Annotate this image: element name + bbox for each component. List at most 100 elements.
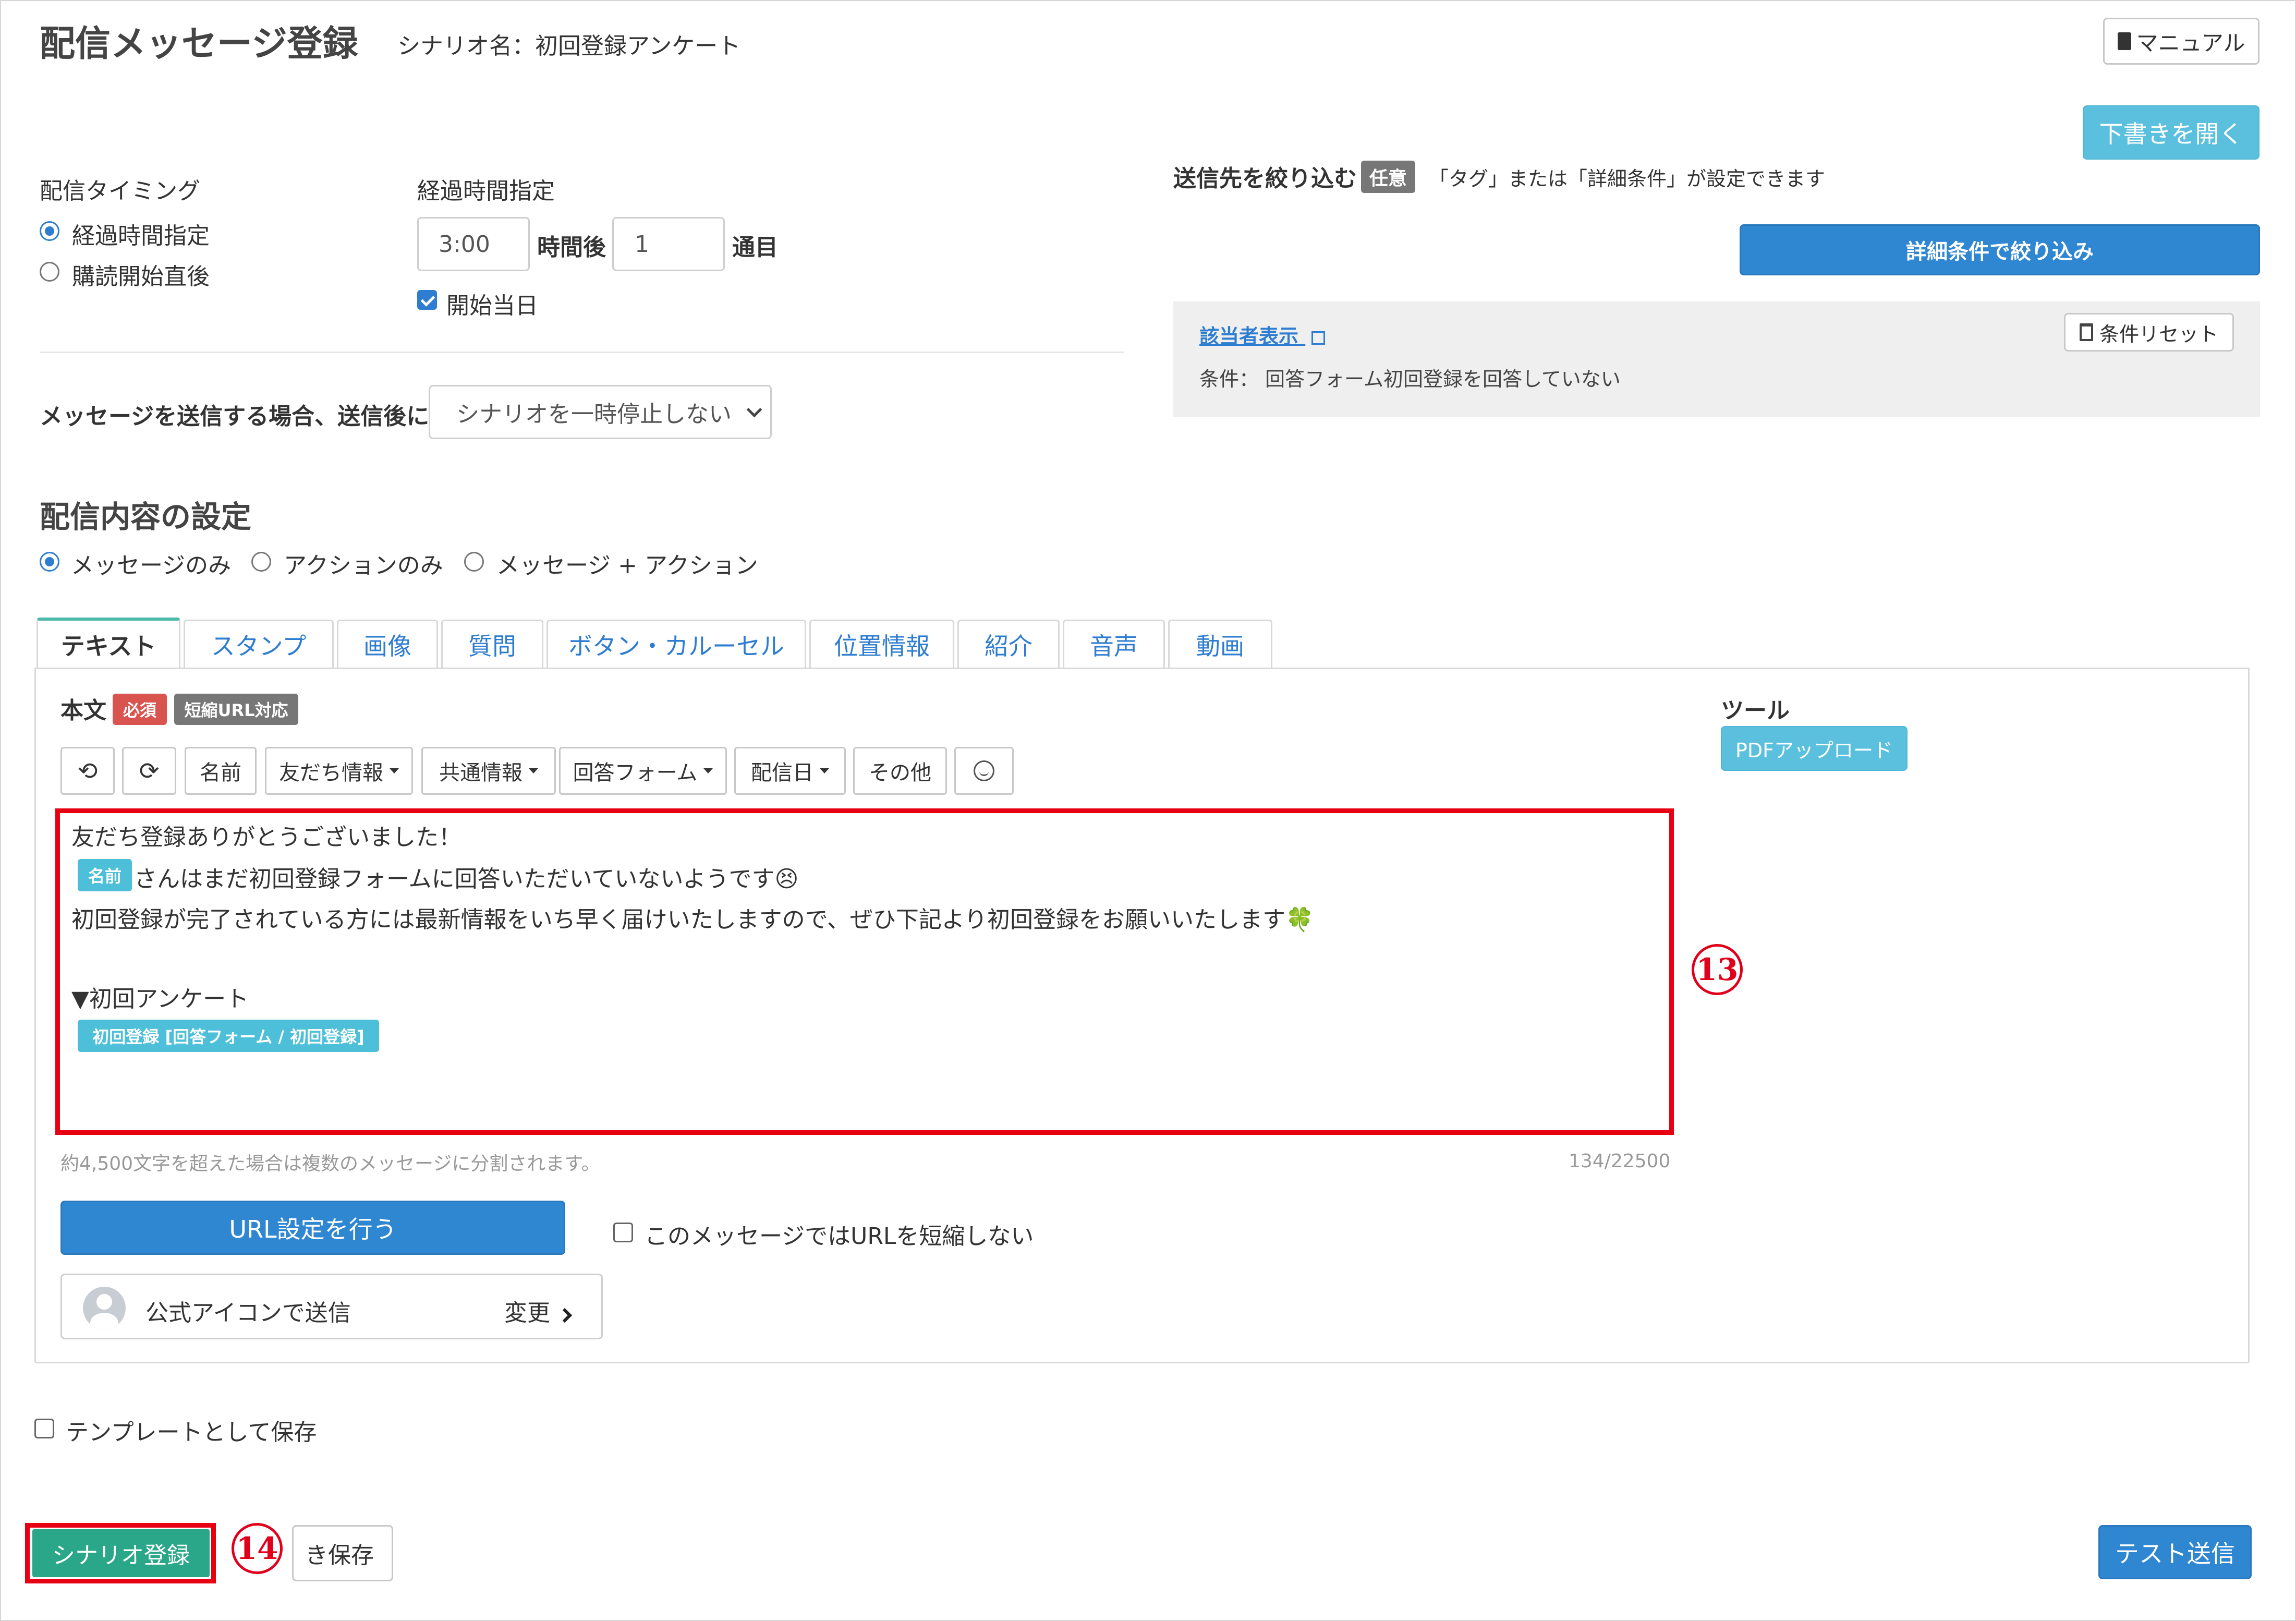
manual-label: マニュアル xyxy=(2136,30,2245,56)
start-day-checkbox[interactable] xyxy=(417,290,437,310)
tab-image[interactable]: 画像 xyxy=(337,620,438,668)
required-badge: 必須 xyxy=(113,694,167,725)
after-send-selected: シナリオを一時停止しない xyxy=(456,401,732,428)
reset-condition-button[interactable]: 条件リセット xyxy=(2064,313,2234,352)
delivery-date-dropdown[interactable]: 配信日 xyxy=(734,747,846,795)
message-line-3: 初回登録が完了されている方には最新情報をいち早く届けいたしますので、ぜひ下記より… xyxy=(71,906,1314,933)
radio-message-only-label: メッセージのみ xyxy=(71,552,232,579)
url-settings-button[interactable]: URL設定を行う xyxy=(60,1201,565,1255)
draft-save-label: き保存 xyxy=(305,1542,374,1569)
hours-after-label: 時間後 xyxy=(537,234,606,261)
filter-description: 「タグ」または「詳細条件」が設定できます xyxy=(1429,167,1826,190)
friend-info-dropdown[interactable]: 友だち情報 xyxy=(265,747,413,795)
tab-question-label: 質問 xyxy=(468,632,516,660)
caret-down-icon xyxy=(390,768,399,773)
step-13-marker: 13 xyxy=(1692,944,1743,995)
undo-button[interactable]: ⟲ xyxy=(60,747,115,795)
chevron-down-icon xyxy=(746,402,762,417)
tab-stamp[interactable]: スタンプ xyxy=(184,620,334,668)
trash-icon xyxy=(2079,323,2093,341)
url-settings-label: URL設定を行う xyxy=(229,1215,397,1243)
elapsed-label: 経過時間指定 xyxy=(417,178,555,204)
sender-select[interactable]: 公式アイコンで送信 変更 xyxy=(60,1274,603,1339)
condition-panel: 該当者表示 条件リセット 条件： 回答フォーム初回登録を回答していない xyxy=(1173,301,2260,417)
test-send-label: テスト送信 xyxy=(2115,1540,2235,1568)
no-shorten-url-checkbox[interactable] xyxy=(613,1223,633,1242)
radio-message-action[interactable] xyxy=(464,552,484,572)
redo-button[interactable]: ⟳ xyxy=(122,747,176,795)
message-textarea[interactable]: 友だち登録ありがとうございました！ 名前 さんはまだ初回登録フォームに回答いただ… xyxy=(55,808,1674,1135)
tools-label: ツール xyxy=(1721,697,1790,724)
caret-down-icon xyxy=(529,768,538,773)
tab-location[interactable]: 位置情報 xyxy=(809,620,954,668)
smile-icon-mouth xyxy=(979,769,989,776)
emoji-button[interactable] xyxy=(954,747,1014,795)
content-title: 配信内容の設定 xyxy=(40,499,252,535)
form-tag: 初回登録 [回答フォーム / 初回登録] xyxy=(78,1020,379,1052)
tab-button-carousel-label: ボタン・カルーセル xyxy=(568,632,784,660)
open-draft-button[interactable]: 下書きを開く xyxy=(2083,105,2259,160)
tab-text[interactable]: テキスト xyxy=(37,618,180,669)
common-info-label: 共通情報 xyxy=(439,761,523,785)
no-shorten-url-label: このメッセージではURLを短縮しない xyxy=(645,1223,1034,1250)
target-link[interactable]: 該当者表示 xyxy=(1199,320,1326,349)
tab-question[interactable]: 質問 xyxy=(441,620,543,668)
count-input[interactable]: 1 xyxy=(612,217,725,271)
radio-elapsed-label: 経過時間指定 xyxy=(72,223,210,249)
draft-save-button[interactable]: き保存 xyxy=(292,1525,393,1581)
radio-message-action-label: メッセージ + アクション xyxy=(496,552,758,579)
tab-video[interactable]: 動画 xyxy=(1168,620,1272,668)
detail-filter-label: 詳細条件で絞り込み xyxy=(1906,240,2094,264)
tab-introduction[interactable]: 紹介 xyxy=(957,620,1060,668)
answer-form-dropdown[interactable]: 回答フォーム xyxy=(559,747,727,795)
chevron-right-icon xyxy=(557,1308,573,1323)
message-line-4: ▼初回アンケート xyxy=(71,986,249,1012)
avatar xyxy=(83,1287,126,1329)
after-send-select[interactable]: シナリオを一時停止しない xyxy=(429,385,772,439)
common-info-dropdown[interactable]: 共通情報 xyxy=(421,747,556,795)
detail-filter-button[interactable]: 詳細条件で絞り込み xyxy=(1740,224,2260,275)
smile-icon xyxy=(974,760,994,781)
pdf-upload-label: PDFアップロード xyxy=(1735,739,1893,762)
undo-icon: ⟲ xyxy=(77,757,98,785)
change-sender-link[interactable]: 変更 xyxy=(504,1294,573,1327)
open-draft-label: 下書きを開く xyxy=(2099,120,2243,148)
other-button[interactable]: その他 xyxy=(853,747,947,795)
delivery-date-label: 配信日 xyxy=(751,761,813,785)
scenario-register-button[interactable]: シナリオ登録 xyxy=(32,1529,210,1577)
radio-subscribe-start[interactable] xyxy=(40,262,59,282)
radio-message-only[interactable] xyxy=(40,552,59,572)
radio-action-only-label: アクションのみ xyxy=(284,552,443,579)
optional-badge: 任意 xyxy=(1361,161,1415,193)
pdf-upload-button[interactable]: PDFアップロード xyxy=(1721,726,1908,771)
book-icon xyxy=(2117,32,2131,50)
time-input[interactable]: 3:00 xyxy=(417,217,530,271)
split-note: 約4,500文字を超えた場合は複数のメッセージに分割されます。 xyxy=(60,1153,600,1175)
avatar-head xyxy=(96,1294,112,1310)
change-sender-label: 変更 xyxy=(504,1300,550,1326)
filter-title: 送信先を絞り込む xyxy=(1173,165,1357,192)
count-unit-label: 通目 xyxy=(732,234,778,261)
short-url-badge: 短縮URL対応 xyxy=(174,694,298,725)
scenario-name: シナリオ名：初回登録アンケート xyxy=(397,33,741,59)
insert-name-button[interactable]: 名前 xyxy=(185,747,257,795)
save-as-template-checkbox[interactable] xyxy=(34,1419,54,1438)
redo-icon: ⟳ xyxy=(139,757,160,785)
sender-label: 公式アイコンで送信 xyxy=(145,1300,351,1326)
reset-condition-label: 条件リセット xyxy=(2099,322,2218,346)
char-count: 134/22500 xyxy=(1569,1151,1671,1172)
other-label: その他 xyxy=(869,761,931,785)
radio-action-only[interactable] xyxy=(251,552,271,572)
tab-button-carousel[interactable]: ボタン・カルーセル xyxy=(546,620,806,668)
tab-audio[interactable]: 音声 xyxy=(1063,620,1165,668)
page-title: 配信メッセージ登録 xyxy=(40,23,358,65)
answer-form-label: 回答フォーム xyxy=(573,761,698,785)
test-send-button[interactable]: テスト送信 xyxy=(2098,1525,2252,1579)
divider xyxy=(40,352,1124,353)
manual-button[interactable]: マニュアル xyxy=(2103,18,2259,65)
radio-elapsed[interactable] xyxy=(40,221,59,241)
step-14-marker: 14 xyxy=(232,1523,283,1574)
target-link-label: 該当者表示 xyxy=(1199,325,1299,348)
name-tag: 名前 xyxy=(78,859,132,891)
tab-introduction-label: 紹介 xyxy=(985,632,1032,660)
